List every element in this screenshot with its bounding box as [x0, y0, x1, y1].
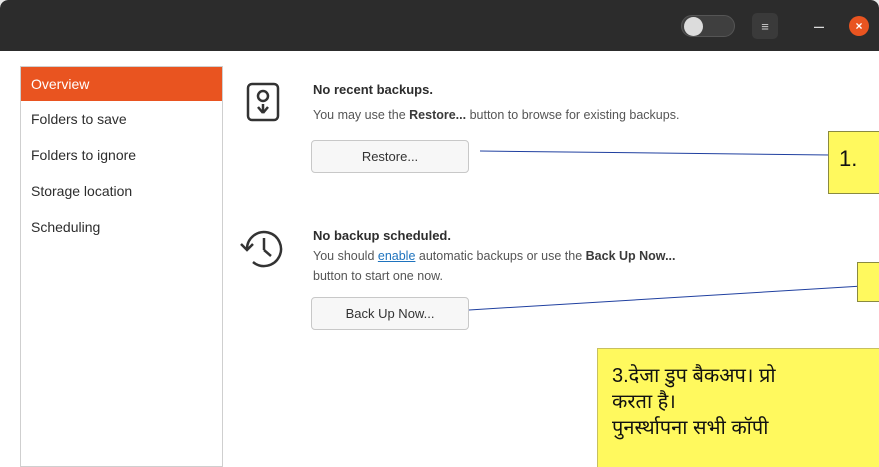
callout-3-line-3: पुनर्स्थापना सभी कॉपी: [612, 415, 879, 441]
app-window: ≡ – × Overview Folders to save Folders t…: [0, 0, 879, 467]
callout-3-line-2: करता है।: [612, 391, 676, 413]
annotation-callout-2: [857, 262, 879, 302]
callout-3-line-1: 3.देजा डुप बैकअप। प्रो: [612, 365, 776, 387]
annotation-callout-1: 1.: [828, 131, 879, 194]
annotation-callout-3: 3.देजा डुप बैकअप। प्रो करता है। पुनर्स्थ…: [597, 348, 879, 467]
